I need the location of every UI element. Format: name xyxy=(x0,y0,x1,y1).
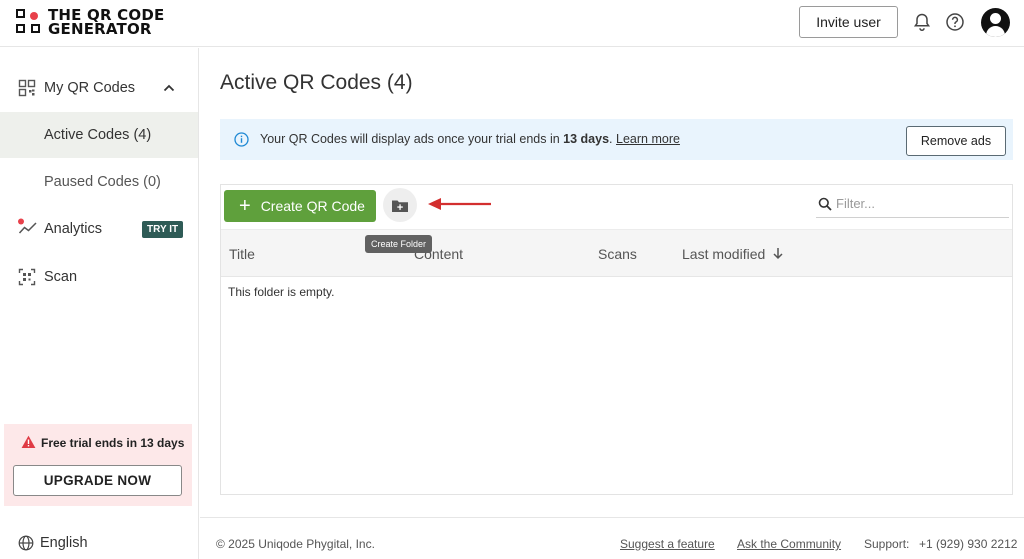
sidebar-item-analytics[interactable]: Analytics TRY IT xyxy=(0,206,198,252)
try-it-badge[interactable]: TRY IT xyxy=(142,221,184,238)
trial-notice: Free trial ends in 13 days UPGRADE NOW xyxy=(4,424,192,506)
filter-input[interactable] xyxy=(836,196,996,211)
sidebar-item-label: My QR Codes xyxy=(44,80,136,96)
search-icon xyxy=(818,197,832,216)
help-icon[interactable] xyxy=(945,12,965,37)
table-header: Title Content Scans Last modified xyxy=(221,229,1012,277)
footer: © 2025 Uniqode Phygital, Inc. Suggest a … xyxy=(200,517,1024,559)
top-header: THE QR CODE GENERATOR Invite user xyxy=(0,0,1024,47)
logo-line-2: GENERATOR xyxy=(48,20,152,38)
language-selector[interactable]: English xyxy=(18,535,88,551)
warning-icon xyxy=(21,435,36,454)
info-icon xyxy=(234,132,249,152)
trial-text: Free trial ends in 13 days xyxy=(41,436,185,450)
banner-suffix: . xyxy=(609,132,613,146)
filter-box xyxy=(816,190,1009,218)
chevron-up-icon[interactable] xyxy=(162,81,176,99)
sidebar-item-label: Scan xyxy=(44,269,78,285)
analytics-icon xyxy=(18,218,37,236)
plus-icon: + xyxy=(239,195,251,217)
sidebar-item-label: Paused Codes (0) xyxy=(44,174,161,190)
create-folder-tooltip: Create Folder xyxy=(365,235,433,253)
bell-icon[interactable] xyxy=(912,12,932,37)
create-qr-code-button[interactable]: + Create QR Code xyxy=(224,190,376,222)
sidebar-item-label: Analytics xyxy=(44,221,103,237)
sidebar-item-scan[interactable]: Scan xyxy=(0,254,198,300)
arrow-down-icon[interactable] xyxy=(772,247,784,263)
banner-text: Your QR Codes will display ads once your… xyxy=(260,132,564,146)
invite-user-button[interactable]: Invite user xyxy=(799,6,898,38)
globe-icon xyxy=(18,535,34,551)
sidebar-item-paused-codes[interactable]: Paused Codes (0) xyxy=(0,159,198,205)
language-label: English xyxy=(40,535,88,551)
logo[interactable]: THE QR CODE GENERATOR xyxy=(16,8,164,38)
page-title: Active QR Codes (4) xyxy=(220,71,413,94)
sidebar: My QR Codes Active Codes (4) Paused Code… xyxy=(0,48,199,559)
column-title[interactable]: Title xyxy=(229,246,255,262)
remove-ads-button[interactable]: Remove ads xyxy=(906,126,1006,156)
upgrade-now-button[interactable]: UPGRADE NOW xyxy=(13,465,182,496)
banner-days: 13 days xyxy=(563,132,610,146)
red-arrow-icon xyxy=(427,197,493,216)
support-phone[interactable]: +1 (929) 930 2212 xyxy=(919,537,1017,551)
support-label: Support: xyxy=(864,537,910,551)
column-scans[interactable]: Scans xyxy=(598,246,637,262)
scan-icon xyxy=(18,268,36,286)
ads-banner: Your QR Codes will display ads once your… xyxy=(220,119,1013,160)
create-qr-code-label: Create QR Code xyxy=(260,198,365,214)
copyright: © 2025 Uniqode Phygital, Inc. xyxy=(216,537,375,551)
user-avatar-icon[interactable] xyxy=(981,8,1010,37)
sidebar-item-label: Active Codes (4) xyxy=(44,127,152,143)
sidebar-item-my-qr-codes[interactable]: My QR Codes xyxy=(0,65,198,111)
qr-logo-icon xyxy=(16,9,42,35)
learn-more-link[interactable]: Learn more xyxy=(616,132,680,146)
qr-grid-icon xyxy=(18,79,36,97)
ask-community-link[interactable]: Ask the Community xyxy=(737,537,841,551)
column-last-modified[interactable]: Last modified xyxy=(682,246,765,262)
sidebar-item-active-codes[interactable]: Active Codes (4) xyxy=(0,112,198,158)
folder-plus-icon xyxy=(391,200,409,216)
create-folder-button[interactable] xyxy=(383,188,417,222)
empty-state-text: This folder is empty. xyxy=(228,285,335,299)
suggest-feature-link[interactable]: Suggest a feature xyxy=(620,537,715,551)
codes-panel: + Create QR Code Create Folder Title Con… xyxy=(220,184,1013,495)
